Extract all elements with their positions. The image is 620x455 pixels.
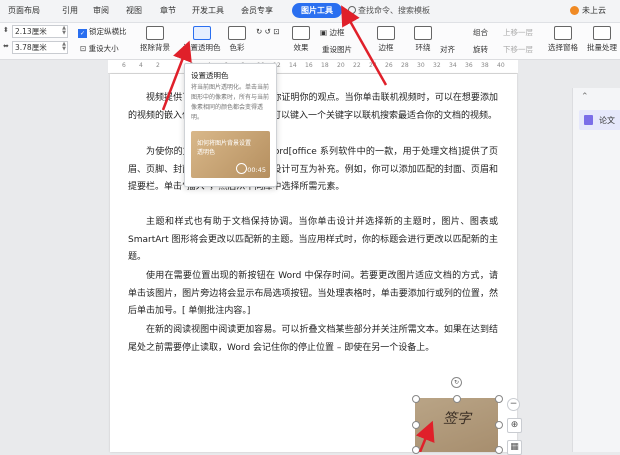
arrow-to-transparent-color [161, 40, 192, 111]
annotation-arrows [161, 5, 435, 452]
arrow-to-picture-tools-tab [341, 5, 388, 86]
arrow-to-signature [415, 420, 435, 452]
